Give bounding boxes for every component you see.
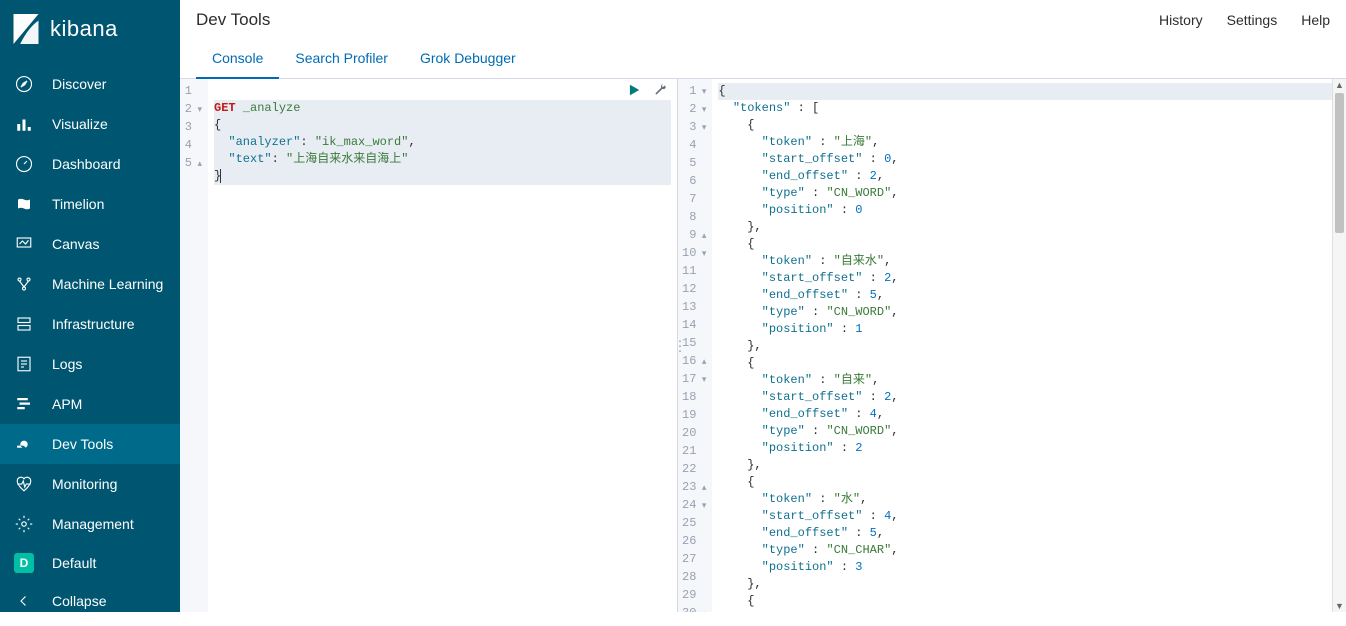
tab-search-profiler[interactable]: Search Profiler bbox=[279, 40, 404, 78]
request-pane: 1 2▾ 3 4 5▴ GET _analyze { "analyzer": "… bbox=[180, 79, 678, 612]
scrollbar-thumb[interactable] bbox=[1335, 93, 1344, 233]
heartbeat-icon bbox=[14, 474, 34, 494]
bar-chart-icon bbox=[14, 114, 34, 134]
nav-label: Dev Tools bbox=[52, 436, 113, 452]
sidebar-item-ml[interactable]: Machine Learning bbox=[0, 264, 180, 304]
sidebar: kibana Discover Visualize Dashboard Time… bbox=[0, 0, 180, 612]
collapse-label: Collapse bbox=[52, 593, 106, 609]
response-viewer[interactable]: { "tokens" : [ { "token" : "上海", "start_… bbox=[712, 79, 1346, 612]
settings-link[interactable]: Settings bbox=[1227, 12, 1278, 28]
help-link[interactable]: Help bbox=[1301, 12, 1330, 28]
space-label: Default bbox=[52, 555, 96, 571]
sidebar-item-monitoring[interactable]: Monitoring bbox=[0, 464, 180, 504]
settings-wrench-icon[interactable] bbox=[653, 83, 667, 100]
space-selector[interactable]: D Default bbox=[0, 544, 180, 582]
sidebar-item-devtools[interactable]: Dev Tools bbox=[0, 424, 180, 464]
nav-label: Canvas bbox=[52, 236, 99, 252]
apm-icon bbox=[14, 394, 34, 414]
topbar: Dev Tools History Settings Help bbox=[180, 0, 1346, 40]
kibana-logo-icon bbox=[12, 14, 40, 44]
nav-label: APM bbox=[52, 396, 82, 412]
space-badge: D bbox=[14, 553, 34, 573]
canvas-icon bbox=[14, 234, 34, 254]
history-link[interactable]: History bbox=[1159, 12, 1203, 28]
tab-grok-debugger[interactable]: Grok Debugger bbox=[404, 40, 532, 78]
nav-label: Dashboard bbox=[52, 156, 121, 172]
nav-label: Timelion bbox=[52, 196, 104, 212]
compass-icon bbox=[14, 74, 34, 94]
page-title: Dev Tools bbox=[196, 10, 270, 30]
tab-console[interactable]: Console bbox=[196, 40, 279, 78]
collapse-icon bbox=[14, 591, 34, 611]
scrollbar[interactable]: ▲ ▼ bbox=[1332, 79, 1346, 612]
nav-label: Logs bbox=[52, 356, 82, 372]
sidebar-item-management[interactable]: Management bbox=[0, 504, 180, 544]
ml-icon bbox=[14, 274, 34, 294]
response-pane: ⋮ 1▾2▾3▾4 5 6 7 8 9▴10▾11 12 13 14 15 16… bbox=[678, 79, 1346, 612]
sidebar-item-visualize[interactable]: Visualize bbox=[0, 104, 180, 144]
gear-icon bbox=[14, 514, 34, 534]
nav-label: Management bbox=[52, 516, 134, 532]
sidebar-item-canvas[interactable]: Canvas bbox=[0, 224, 180, 264]
nav-label: Monitoring bbox=[52, 476, 117, 492]
logs-icon bbox=[14, 354, 34, 374]
nav-label: Discover bbox=[52, 76, 106, 92]
collapse-button[interactable]: Collapse bbox=[0, 582, 180, 620]
sidebar-item-infrastructure[interactable]: Infrastructure bbox=[0, 304, 180, 344]
scroll-up-icon[interactable]: ▲ bbox=[1333, 80, 1346, 90]
logo-text: kibana bbox=[50, 16, 118, 42]
request-gutter: 1 2▾ 3 4 5▴ bbox=[180, 79, 208, 612]
gauge-icon bbox=[14, 154, 34, 174]
sidebar-item-timelion[interactable]: Timelion bbox=[0, 184, 180, 224]
sidebar-item-logs[interactable]: Logs bbox=[0, 344, 180, 384]
request-editor[interactable]: GET _analyze { "analyzer": "ik_max_word"… bbox=[208, 79, 677, 612]
sidebar-item-discover[interactable]: Discover bbox=[0, 64, 180, 104]
wrench-icon bbox=[14, 434, 34, 454]
run-button[interactable] bbox=[627, 83, 641, 100]
tabs: Console Search Profiler Grok Debugger bbox=[180, 40, 1346, 79]
sidebar-item-dashboard[interactable]: Dashboard bbox=[0, 144, 180, 184]
scroll-down-icon[interactable]: ▼ bbox=[1333, 601, 1346, 611]
infrastructure-icon bbox=[14, 314, 34, 334]
nav: Discover Visualize Dashboard Timelion Ca… bbox=[0, 58, 180, 544]
nav-label: Machine Learning bbox=[52, 276, 163, 292]
logo[interactable]: kibana bbox=[0, 0, 180, 58]
pane-resize-handle[interactable]: ⋮ bbox=[678, 337, 685, 354]
timelion-icon bbox=[14, 194, 34, 214]
nav-footer: D Default Collapse bbox=[0, 544, 180, 626]
sidebar-item-apm[interactable]: APM bbox=[0, 384, 180, 424]
nav-label: Visualize bbox=[52, 116, 108, 132]
nav-label: Infrastructure bbox=[52, 316, 134, 332]
